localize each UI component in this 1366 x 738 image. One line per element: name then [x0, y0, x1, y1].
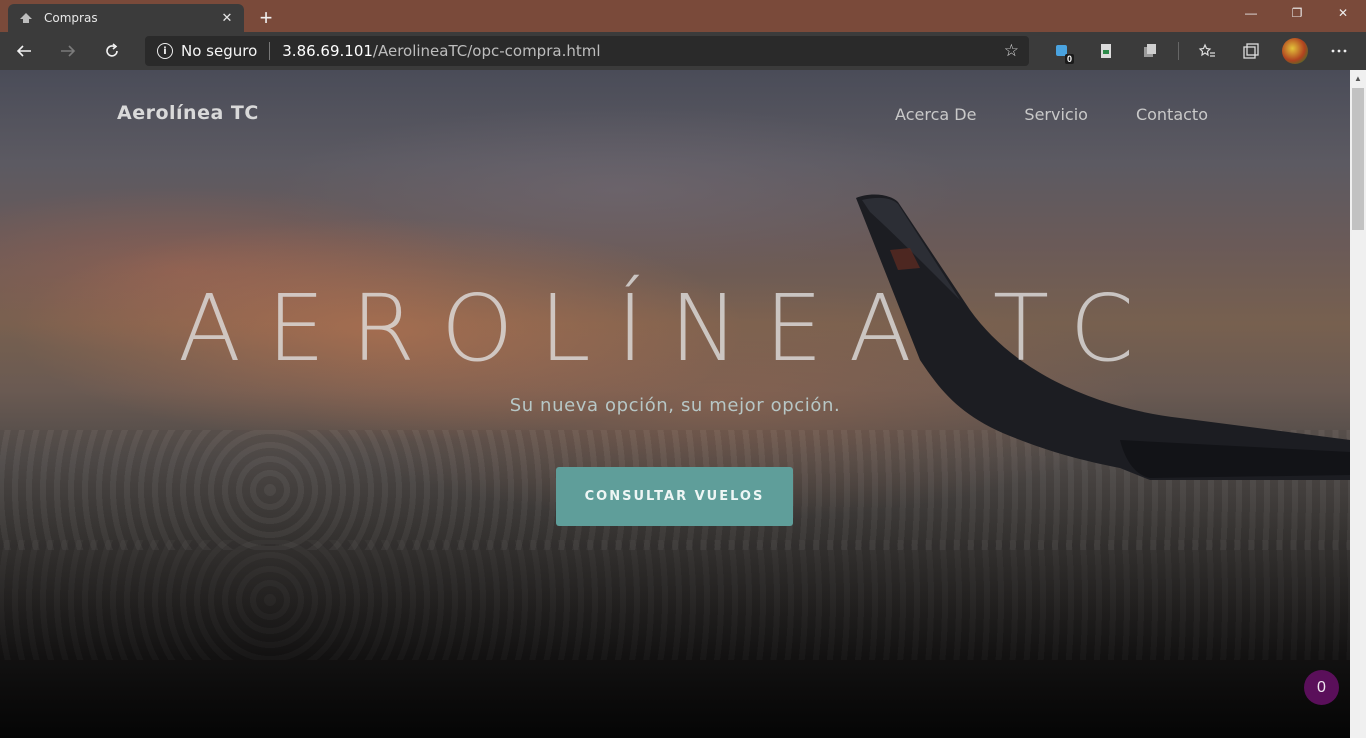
extension-badge: 0: [1064, 54, 1074, 64]
forward-arrow-icon: [61, 45, 76, 57]
cloud-texture: [0, 540, 1350, 660]
minimize-button[interactable]: —: [1228, 0, 1274, 26]
tab-title: Compras: [44, 11, 98, 25]
favorites-list-icon: [1198, 43, 1215, 57]
window-controls: — ❐ ✕: [1228, 0, 1366, 32]
info-icon[interactable]: i: [157, 43, 173, 59]
url-host: 3.86.69.101: [282, 42, 373, 60]
collections-button[interactable]: [1229, 35, 1273, 67]
nav-link-contacto[interactable]: Contacto: [1136, 105, 1208, 124]
site-brand[interactable]: Aerolínea TC: [117, 102, 259, 124]
new-tab-button[interactable]: +: [250, 4, 282, 32]
toolbar-separator: [1178, 42, 1179, 60]
floating-counter-badge[interactable]: 0: [1304, 670, 1339, 705]
reload-icon: [106, 43, 118, 57]
copy-icon: [1144, 44, 1156, 57]
url-text[interactable]: 3.86.69.101/AerolineaTC/opc-compra.html: [282, 42, 600, 60]
extensions-area: 0: [1040, 32, 1361, 70]
browser-toolbar: i No seguro 3.86.69.101/AerolineaTC/opc-…: [0, 32, 1366, 70]
page-viewport: Aerolínea TC Acerca De Servicio Contacto…: [0, 70, 1350, 738]
scroll-thumb[interactable]: [1352, 88, 1364, 230]
favorites-button[interactable]: [1185, 35, 1229, 67]
scroll-up-icon[interactable]: ▲: [1350, 70, 1366, 86]
nav-link-acerca-de[interactable]: Acerca De: [895, 105, 976, 124]
nav-link-servicio[interactable]: Servicio: [1024, 105, 1088, 124]
site-nav-links: Acerca De Servicio Contacto: [847, 105, 1208, 124]
avatar: [1282, 38, 1308, 64]
collections-icon: [1243, 43, 1259, 59]
extension-button[interactable]: 0: [1040, 35, 1084, 67]
hero-title: AEROLÍNEA TC: [178, 275, 1160, 382]
forward-button[interactable]: [48, 35, 88, 67]
hero-subtitle: Su nueva opción, su mejor opción.: [509, 395, 841, 416]
profile-button[interactable]: [1273, 35, 1317, 67]
more-options-icon: [1331, 49, 1347, 53]
url-path: /AerolineaTC/opc-compra.html: [372, 42, 601, 60]
reload-button[interactable]: [92, 35, 132, 67]
tab-compras[interactable]: Compras ✕: [8, 4, 244, 32]
settings-menu-button[interactable]: [1317, 35, 1361, 67]
close-window-button[interactable]: ✕: [1320, 0, 1366, 26]
browser-titlebar: Compras ✕ + — ❐ ✕: [0, 0, 1366, 32]
page-scrollbar[interactable]: ▲: [1350, 70, 1366, 738]
security-label: No seguro: [181, 42, 258, 60]
tab-close-icon[interactable]: ✕: [218, 9, 236, 27]
restore-button[interactable]: ❐: [1274, 0, 1320, 26]
back-button[interactable]: [4, 35, 44, 67]
site-navbar: Aerolínea TC Acerca De Servicio Contacto: [0, 70, 1350, 160]
consult-flights-button[interactable]: CONSULTAR VUELOS: [556, 467, 793, 526]
extension-button-2[interactable]: [1084, 35, 1128, 67]
address-separator: [269, 42, 271, 60]
page-favicon-icon: [18, 10, 34, 26]
back-arrow-icon: [16, 45, 31, 57]
document-icon: [1101, 44, 1111, 58]
address-bar[interactable]: i No seguro 3.86.69.101/AerolineaTC/opc-…: [145, 36, 1029, 66]
extension-button-3[interactable]: [1128, 35, 1172, 67]
favorite-star-icon[interactable]: ☆: [1004, 41, 1019, 61]
